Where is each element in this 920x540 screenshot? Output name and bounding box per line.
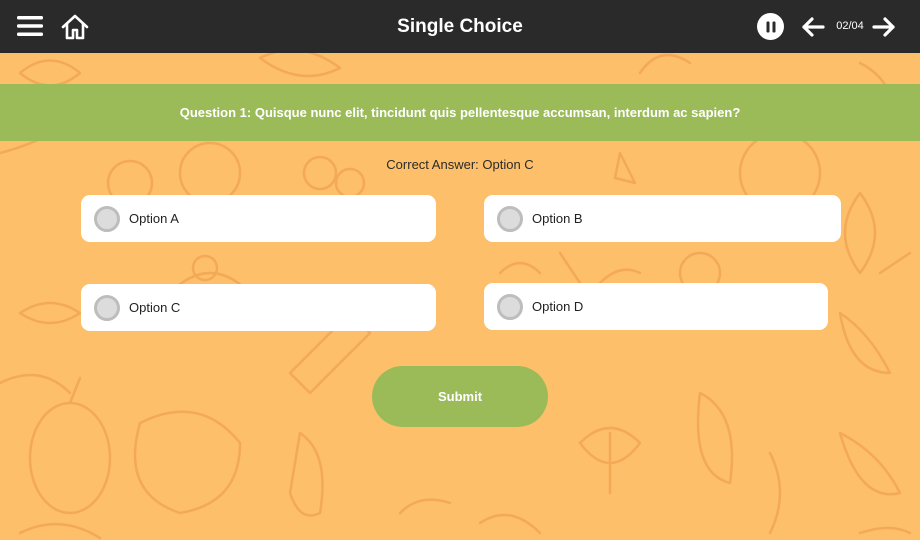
- option-a[interactable]: Option A: [81, 195, 436, 242]
- pause-icon: [766, 21, 775, 32]
- pause-button[interactable]: [757, 13, 784, 40]
- question-banner: Question 1: Quisque nunc elit, tincidunt…: [0, 84, 920, 141]
- top-bar: Single Choice 02/04: [0, 0, 920, 53]
- option-b[interactable]: Option B: [484, 195, 841, 242]
- radio-button[interactable]: [497, 205, 523, 232]
- page-counter: 02/04: [836, 20, 864, 32]
- radio-button[interactable]: [497, 293, 523, 320]
- option-label: Option D: [532, 299, 584, 314]
- option-label: Option B: [532, 211, 583, 226]
- option-d[interactable]: Option D: [484, 283, 828, 330]
- option-label: Option C: [129, 300, 181, 315]
- option-c[interactable]: Option C: [81, 284, 436, 331]
- radio-button[interactable]: [94, 205, 120, 232]
- radio-button[interactable]: [94, 294, 120, 321]
- option-label: Option A: [129, 211, 179, 226]
- arrow-left-icon: [802, 17, 825, 37]
- arrow-right-icon: [872, 17, 895, 37]
- question-text: Question 1: Quisque nunc elit, tincidunt…: [179, 105, 741, 120]
- previous-button[interactable]: [800, 14, 826, 40]
- correct-answer-text: Correct Answer: Option C: [386, 157, 534, 172]
- next-button[interactable]: [871, 14, 897, 40]
- submit-button[interactable]: Submit: [372, 366, 548, 427]
